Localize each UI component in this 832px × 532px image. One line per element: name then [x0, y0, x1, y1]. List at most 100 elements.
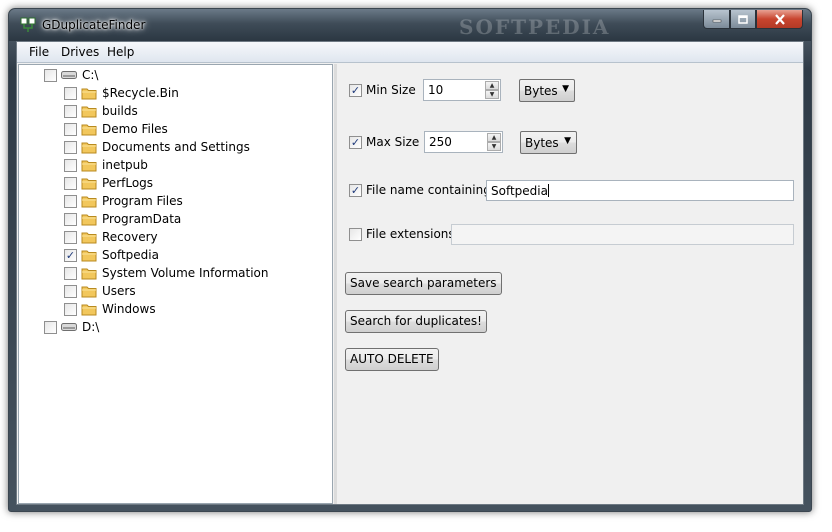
options-panel: ✓ Min Size 10 ▲ ▼ Bytes ▼ ✓ Max Size 250	[337, 64, 803, 504]
tree-folder-item[interactable]: Windows	[64, 300, 156, 318]
min-size-checkbox[interactable]: ✓	[349, 83, 362, 97]
auto-delete-button[interactable]: AUTO DELETE	[345, 348, 439, 371]
folder-checkbox[interactable]	[64, 158, 77, 172]
extensions-input[interactable]	[451, 224, 794, 245]
folder-checkbox[interactable]	[64, 122, 77, 136]
drive-icon	[57, 322, 77, 332]
save-parameters-button[interactable]: Save search parameters	[345, 272, 502, 295]
folder-icon	[77, 123, 97, 136]
folder-icon	[77, 87, 97, 100]
folder-icon	[77, 231, 97, 244]
min-size-label: Min Size	[366, 83, 416, 97]
text-caret	[547, 184, 549, 197]
tree-folder-item[interactable]: inetpub	[64, 156, 148, 174]
folder-checkbox[interactable]	[64, 176, 77, 190]
folder-label: PerfLogs	[102, 176, 154, 190]
folder-label: Users	[102, 284, 136, 298]
arrow-up-icon: ▲	[491, 134, 497, 141]
folder-checkbox[interactable]	[64, 140, 77, 154]
max-size-option: ✓ Max Size	[349, 135, 419, 149]
folder-checkbox[interactable]	[64, 212, 77, 226]
tree-folder-item[interactable]: $Recycle.Bin	[64, 84, 179, 102]
tree-folder-item[interactable]: Program Files	[64, 192, 183, 210]
arrow-up-icon: ▲	[489, 82, 495, 89]
menu-help[interactable]: Help	[107, 45, 134, 59]
folder-label: Program Files	[102, 194, 183, 208]
max-size-label: Max Size	[366, 135, 420, 149]
folder-label: Documents and Settings	[102, 140, 250, 154]
tree-folder-item[interactable]: ✓ Softpedia	[64, 246, 159, 264]
folder-icon	[77, 303, 97, 316]
client-area: File Drives Help C:\ $Recycle.Bin builds De…	[16, 41, 804, 505]
folder-checkbox[interactable]	[64, 194, 77, 208]
folder-tree[interactable]: C:\ $Recycle.Bin builds Demo Files Documents…	[18, 64, 333, 504]
drive-label: C:\	[82, 68, 99, 82]
arrow-down-icon: ▼	[491, 143, 497, 150]
folder-label: inetpub	[102, 158, 148, 172]
tree-drive-item[interactable]: C:\	[44, 66, 98, 84]
folder-label: Demo Files	[102, 122, 168, 136]
folder-checkbox[interactable]	[64, 230, 77, 244]
extensions-label: File extensions	[366, 227, 455, 241]
extensions-checkbox[interactable]	[349, 227, 362, 241]
folder-label: System Volume Information	[102, 266, 269, 280]
max-size-checkbox[interactable]: ✓	[349, 135, 362, 149]
maximize-icon	[738, 14, 748, 24]
folder-icon	[77, 159, 97, 172]
folder-checkbox[interactable]	[64, 284, 77, 298]
tree-folder-item[interactable]: Users	[64, 282, 136, 300]
max-size-down-button[interactable]: ▼	[487, 142, 501, 151]
min-size-up-button[interactable]: ▲	[485, 81, 499, 90]
folder-icon	[77, 267, 97, 280]
folder-checkbox[interactable]	[64, 266, 77, 280]
min-size-unit-dropdown[interactable]: Bytes ▼	[519, 79, 575, 102]
folder-checkbox[interactable]	[64, 86, 77, 100]
max-size-value: 250	[429, 135, 452, 149]
folder-icon	[77, 213, 97, 226]
app-icon	[20, 17, 36, 32]
drive-label: D:\	[82, 320, 100, 334]
folder-checkbox[interactable]	[64, 104, 77, 118]
tree-folder-item[interactable]: builds	[64, 102, 138, 120]
search-duplicates-button[interactable]: Search for duplicates!	[345, 310, 487, 333]
max-size-spinner[interactable]: 250 ▲ ▼	[424, 131, 503, 153]
maximize-button[interactable]	[730, 10, 756, 29]
menu-drives[interactable]: Drives	[61, 45, 99, 59]
minimize-icon	[712, 19, 721, 23]
min-size-down-button[interactable]: ▼	[485, 90, 499, 99]
name-contains-checkbox[interactable]: ✓	[349, 183, 362, 197]
tree-folder-item[interactable]: ProgramData	[64, 210, 181, 228]
folder-checkbox[interactable]	[64, 302, 77, 316]
drive-checkbox[interactable]	[44, 68, 57, 82]
folder-icon	[77, 141, 97, 154]
chevron-down-icon: ▼	[564, 136, 571, 146]
min-size-value: 10	[428, 83, 444, 97]
app-window: GDuplicateFinder SOFTPEDIA File Drives H…	[8, 8, 812, 512]
folder-label: builds	[102, 104, 138, 118]
folder-icon	[77, 249, 97, 262]
max-size-unit-dropdown[interactable]: Bytes ▼	[520, 131, 577, 154]
folder-label: ProgramData	[102, 212, 182, 226]
folder-label: Recovery	[102, 230, 158, 244]
folder-checkbox[interactable]: ✓	[64, 248, 77, 262]
tree-folder-item[interactable]: Demo Files	[64, 120, 168, 138]
tree-folder-item[interactable]: PerfLogs	[64, 174, 153, 192]
title-bar[interactable]: GDuplicateFinder SOFTPEDIA	[9, 9, 811, 41]
menu-file[interactable]: File	[29, 45, 49, 59]
max-size-up-button[interactable]: ▲	[487, 133, 501, 142]
watermark-logo: SOFTPEDIA	[459, 15, 611, 39]
close-button[interactable]	[756, 10, 803, 29]
drive-checkbox[interactable]	[44, 320, 57, 334]
tree-folder-item[interactable]: Recovery	[64, 228, 158, 246]
name-contains-option: ✓ File name containing	[349, 183, 491, 197]
tree-folder-item[interactable]: Documents and Settings	[64, 138, 250, 156]
tree-folder-item[interactable]: System Volume Information	[64, 264, 268, 282]
tree-drive-item[interactable]: D:\	[44, 318, 99, 336]
minimize-button[interactable]	[703, 10, 730, 29]
drive-icon	[57, 70, 77, 80]
name-contains-input[interactable]: Softpedia	[486, 180, 794, 201]
arrow-down-icon: ▼	[489, 91, 495, 98]
folder-label: Softpedia	[102, 248, 159, 262]
name-contains-value: Softpedia	[491, 184, 548, 198]
min-size-spinner[interactable]: 10 ▲ ▼	[423, 79, 501, 101]
